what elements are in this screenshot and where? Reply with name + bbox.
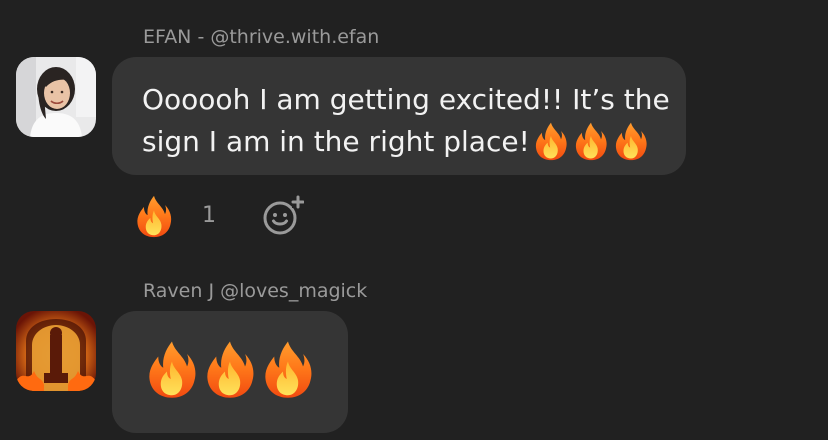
fire-emoji bbox=[134, 194, 174, 238]
message-bubble[interactable] bbox=[112, 311, 348, 433]
chat-thread: EFAN - @thrive.with.efan Oooooh I am get… bbox=[0, 0, 828, 440]
user-photo-avatar[interactable] bbox=[16, 57, 96, 137]
message-author[interactable]: EFAN - @thrive.with.efan bbox=[143, 26, 379, 48]
fire-emoji bbox=[612, 121, 650, 161]
reaction-bar: 1 bbox=[134, 192, 334, 240]
fire-reaction-button[interactable] bbox=[134, 194, 174, 238]
fire-emoji bbox=[262, 339, 314, 399]
message-bubble[interactable]: Oooooh I am getting excited!! It’s the s… bbox=[112, 57, 686, 175]
add-reaction-icon[interactable] bbox=[262, 194, 304, 236]
message-author[interactable]: Raven J @loves_magick bbox=[143, 280, 367, 302]
fire-emoji bbox=[572, 121, 610, 161]
reaction-count: 1 bbox=[202, 203, 216, 228]
fire-emoji bbox=[532, 121, 570, 161]
fire-emoji bbox=[204, 339, 256, 399]
fire-temple-avatar[interactable] bbox=[16, 311, 96, 391]
message-text: Oooooh I am getting excited!! It’s the s… bbox=[142, 79, 682, 163]
fire-emoji bbox=[146, 339, 198, 399]
